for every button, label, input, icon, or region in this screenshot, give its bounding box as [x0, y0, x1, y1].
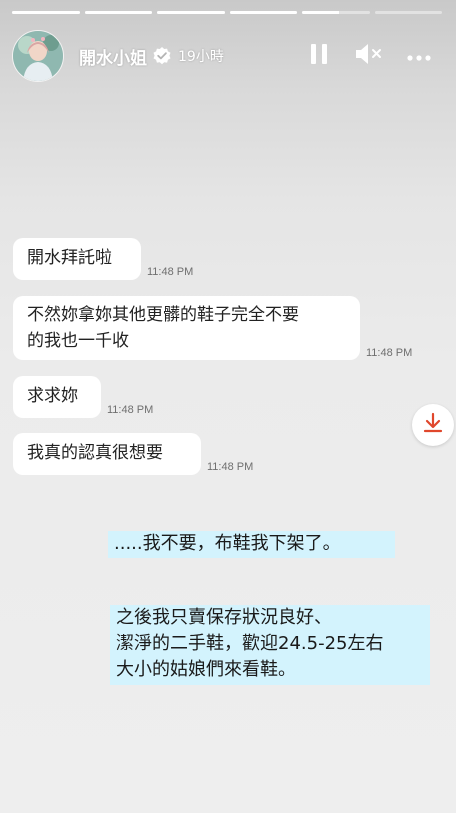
- progress-segment: [229, 11, 297, 14]
- download-arrow-icon: [422, 412, 444, 438]
- chat-bubble: 求求妳: [13, 376, 101, 418]
- verified-badge-icon: [152, 46, 172, 66]
- username[interactable]: 開水小姐: [79, 44, 147, 69]
- mute-button[interactable]: [344, 36, 394, 76]
- caption-line: 大小的姑娘們來看鞋。: [116, 659, 296, 680]
- message-text: 開水拜託啦: [27, 248, 112, 268]
- progress-segment: [84, 11, 152, 14]
- message-time: 11:48 PM: [207, 461, 254, 473]
- progress-segment: [12, 11, 80, 14]
- story-viewer[interactable]: 開水小姐 19小時 開水拜託啦 11:48 PM 不然妳拿妳其他更髒的鞋子完全不…: [0, 0, 456, 813]
- message-text: 我真的認真很想要: [27, 443, 163, 463]
- story-caption: .....我不要，布鞋我下架了。: [108, 531, 395, 558]
- message-time: 11:48 PM: [366, 347, 413, 359]
- chat-bubble: 我真的認真很想要: [13, 433, 201, 475]
- caption-line: 之後我只賣保存狀況良好、: [116, 607, 332, 628]
- download-button[interactable]: [412, 404, 454, 446]
- avatar[interactable]: [12, 30, 64, 82]
- speaker-muted-icon: [354, 41, 384, 71]
- pause-icon: [310, 43, 328, 69]
- progress-segment: [374, 11, 442, 14]
- pause-button[interactable]: [294, 36, 344, 76]
- more-options-button[interactable]: [394, 36, 444, 76]
- caption-text: .....我不要，布鞋我下架了。: [114, 533, 341, 554]
- caption-line: 潔淨的二手鞋，歡迎24.5-25左右: [116, 633, 384, 654]
- progress-segment: [302, 11, 370, 14]
- chat-bubble: 不然妳拿妳其他更髒的鞋子完全不要 的我也一千收: [13, 296, 360, 360]
- message-text: 不然妳拿妳其他更髒的鞋子完全不要: [27, 305, 299, 325]
- post-time: 19小時: [178, 49, 224, 65]
- message-time: 11:48 PM: [107, 404, 154, 416]
- chat-bubble: 開水拜託啦: [13, 238, 141, 280]
- story-progress-bar: [12, 11, 442, 15]
- story-header: 開水小姐 19小時: [12, 30, 444, 82]
- message-text: 求求妳: [27, 386, 78, 406]
- message-text: 的我也一千收: [27, 331, 129, 351]
- story-caption: 之後我只賣保存狀況良好、 潔淨的二手鞋，歡迎24.5-25左右 大小的姑娘們來看…: [110, 605, 430, 685]
- progress-segment: [157, 11, 225, 14]
- more-horizontal-icon: [407, 47, 431, 66]
- message-time: 11:48 PM: [147, 266, 194, 278]
